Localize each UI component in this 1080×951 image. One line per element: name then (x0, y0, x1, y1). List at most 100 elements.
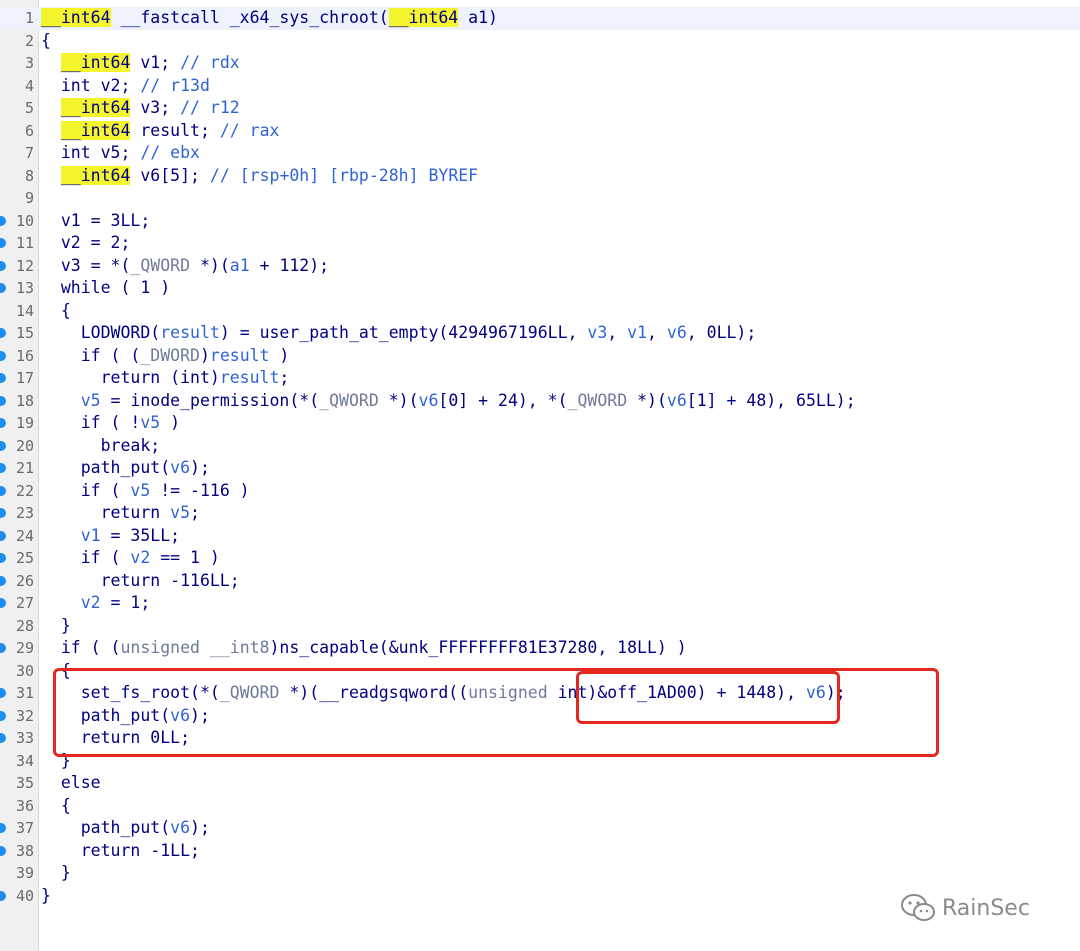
code-text[interactable]: __int64 v1; // rdx (41, 52, 240, 75)
code-line[interactable]: 26 return -116LL; (0, 570, 1080, 593)
line-number: 16 (15, 346, 34, 365)
code-text[interactable]: { (41, 795, 71, 818)
code-line[interactable]: 30 { (0, 660, 1080, 683)
line-number: 12 (15, 256, 34, 275)
code-text[interactable]: } (41, 885, 51, 908)
code-text[interactable]: path_put(v6); (41, 817, 210, 840)
line-number: 19 (15, 414, 34, 432)
code-text[interactable]: } (41, 615, 71, 638)
code-line[interactable]: 20 break; (0, 435, 1080, 458)
line-number: 5 (24, 99, 34, 117)
code-text[interactable]: path_put(v6); (41, 457, 210, 480)
code-text[interactable]: else (41, 772, 101, 795)
code-text[interactable]: set_fs_root(*(_QWORD *)(__readgsqword((u… (41, 682, 846, 705)
code-text[interactable]: __int64 v3; // r12 (41, 97, 240, 120)
code-text[interactable]: __int64 v6[5]; // [rsp+0h] [rbp-28h] BYR… (41, 165, 478, 188)
code-line[interactable]: 8 __int64 v6[5]; // [rsp+0h] [rbp-28h] B… (0, 165, 1080, 188)
code-line[interactable]: 33 return 0LL; (0, 727, 1080, 750)
code-line[interactable]: 27 v2 = 1; (0, 592, 1080, 615)
code-line[interactable]: 6 __int64 result; // rax (0, 120, 1080, 143)
code-line[interactable]: 17 return (int)result; (0, 367, 1080, 390)
code-line[interactable]: 37 path_put(v6); (0, 817, 1080, 840)
code-line[interactable]: 1 __int64 __fastcall _x64_sys_chroot(__in… (0, 7, 1080, 30)
code-text[interactable]: { (41, 300, 71, 323)
code-text[interactable]: if ( !v5 ) (41, 412, 180, 435)
code-text[interactable]: v2 = 2; (41, 232, 131, 255)
code-line[interactable]: 14 { (0, 300, 1080, 323)
code-text[interactable]: } (41, 750, 71, 773)
code-text[interactable]: if ( (_DWORD)result ) (41, 345, 290, 368)
code-line[interactable]: 3 __int64 v1; // rdx (0, 52, 1080, 75)
code-line[interactable]: 7 int v5; // ebx (0, 142, 1080, 165)
code-text[interactable]: v1 = 35LL; (41, 525, 180, 548)
line-number: 23 (15, 504, 34, 522)
watermark: RainSec (900, 893, 1030, 923)
code-text[interactable]: path_put(v6); (41, 705, 210, 728)
code-line[interactable]: 34 } (0, 750, 1080, 773)
code-text[interactable]: return v5; (41, 502, 200, 525)
code-line[interactable]: 23 return v5; (0, 502, 1080, 525)
code-line[interactable]: 15 LODWORD(result) = user_path_at_empty(… (0, 322, 1080, 345)
code-line[interactable]: 28 } (0, 615, 1080, 638)
code-text[interactable]: { (41, 30, 51, 53)
pseudocode-viewer[interactable]: 1 __int64 __fastcall _x64_sys_chroot(__in… (0, 0, 1080, 951)
line-number: 11 (15, 234, 34, 252)
line-number: 25 (15, 549, 34, 567)
code-line[interactable]: 4 int v2; // r13d (0, 75, 1080, 98)
code-line[interactable]: 31 set_fs_root(*(_QWORD *)(__readgsqword… (0, 682, 1080, 705)
code-text[interactable]: return 0LL; (41, 727, 190, 750)
code-line[interactable]: 13 while ( 1 ) (0, 277, 1080, 300)
line-number: 38 (15, 841, 34, 860)
code-line[interactable]: 24 v1 = 35LL; (0, 525, 1080, 548)
code-line[interactable]: 11 v2 = 2; (0, 232, 1080, 255)
code-line[interactable]: 5 __int64 v3; // r12 (0, 97, 1080, 120)
line-number: 33 (15, 729, 34, 747)
code-line[interactable]: 25 if ( v2 == 1 ) (0, 547, 1080, 570)
line-number: 14 (15, 301, 34, 320)
code-line[interactable]: 22 if ( v5 != -116 ) (0, 480, 1080, 503)
code-text[interactable]: break; (41, 435, 161, 458)
code-text[interactable]: __int64 result; // rax (41, 120, 279, 143)
line-number: 3 (24, 54, 34, 72)
line-number: 9 (24, 189, 34, 207)
code-text[interactable]: int v2; // r13d (41, 75, 210, 98)
code-text[interactable]: { (41, 660, 71, 683)
code-text[interactable]: if ( v2 == 1 ) (41, 547, 220, 570)
code-text[interactable]: return -1LL; (41, 840, 200, 863)
code-listing[interactable]: 1 __int64 __fastcall _x64_sys_chroot(__in… (0, 7, 1080, 907)
code-line[interactable]: 12 v3 = *(_QWORD *)(a1 + 112); (0, 255, 1080, 278)
code-text[interactable]: v2 = 1; (41, 592, 151, 615)
code-text[interactable]: return (int)result; (41, 367, 290, 390)
code-line[interactable]: 21 path_put(v6); (0, 457, 1080, 480)
line-number: 7 (24, 144, 34, 162)
code-line[interactable]: 38 return -1LL; (0, 840, 1080, 863)
code-line[interactable]: 10 v1 = 3LL; (0, 210, 1080, 233)
code-text[interactable]: return -116LL; (41, 570, 240, 593)
code-text[interactable]: LODWORD(result) = user_path_at_empty(429… (41, 322, 757, 345)
code-text[interactable]: v5 = inode_permission(*(_QWORD *)(v6[0] … (41, 390, 856, 413)
code-line[interactable]: 19 if ( !v5 ) (0, 412, 1080, 435)
line-number: 26 (15, 571, 34, 590)
code-text[interactable]: int v5; // ebx (41, 142, 200, 165)
code-line[interactable]: 2{ (0, 30, 1080, 53)
line-number: 15 (15, 324, 34, 342)
code-line[interactable]: 16 if ( (_DWORD)result ) (0, 345, 1080, 368)
code-text[interactable]: v1 = 3LL; (41, 210, 150, 233)
code-text[interactable]: if ( v5 != -116 ) (41, 480, 250, 503)
code-line[interactable]: 29 if ( (unsigned __int8)ns_capable(&unk… (0, 637, 1080, 660)
code-text[interactable]: } (41, 862, 71, 885)
code-text[interactable]: v3 = *(_QWORD *)(a1 + 112); (41, 255, 329, 278)
line-number: 20 (15, 436, 34, 455)
code-line[interactable]: 32 path_put(v6); (0, 705, 1080, 728)
code-line[interactable]: 9 (0, 187, 1080, 210)
code-text[interactable]: __int64 __fastcall _x64_sys_chroot(__int… (41, 7, 498, 30)
code-line[interactable]: 39 } (0, 862, 1080, 885)
code-line[interactable]: 35 else (0, 772, 1080, 795)
code-line[interactable]: 36 { (0, 795, 1080, 818)
line-number: 17 (15, 369, 34, 387)
line-number: 35 (15, 774, 34, 792)
line-number: 37 (15, 819, 34, 837)
code-text[interactable]: if ( (unsigned __int8)ns_capable(&unk_FF… (41, 637, 687, 660)
code-line[interactable]: 18 v5 = inode_permission(*(_QWORD *)(v6[… (0, 390, 1080, 413)
code-text[interactable]: while ( 1 ) (41, 277, 170, 300)
